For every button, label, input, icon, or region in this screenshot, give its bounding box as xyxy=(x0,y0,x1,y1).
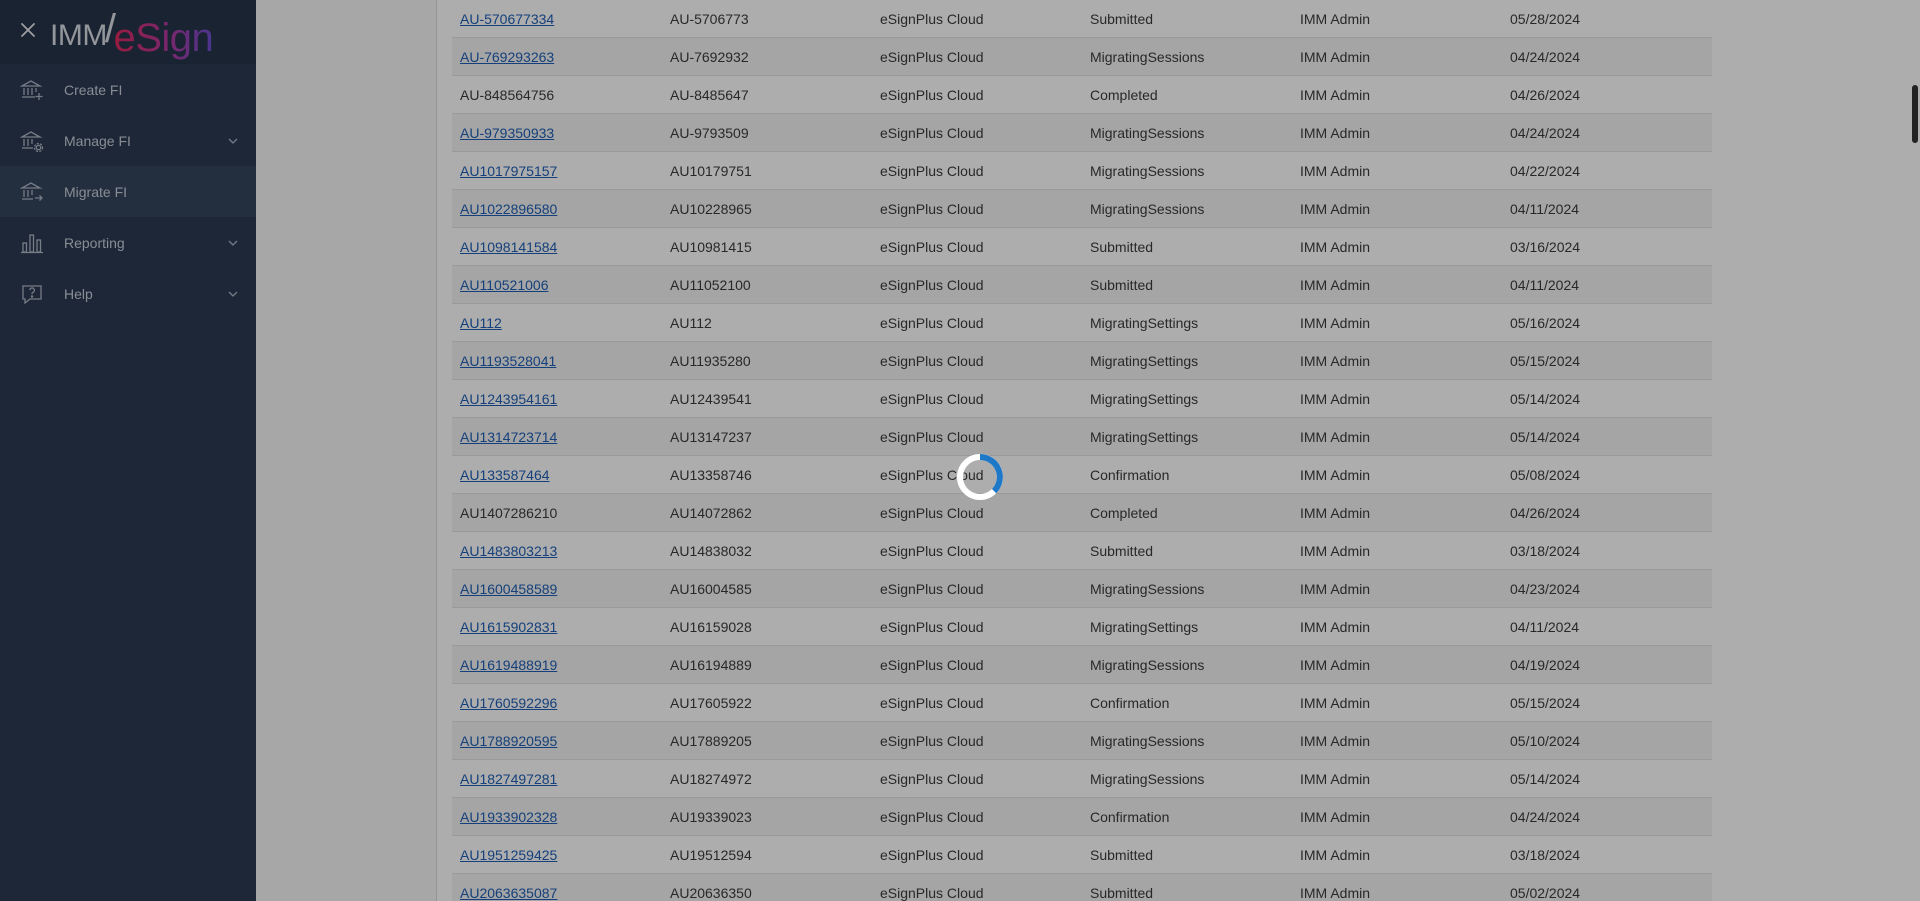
loading-spinner-icon xyxy=(957,454,1003,500)
loading-overlay xyxy=(0,0,1920,901)
